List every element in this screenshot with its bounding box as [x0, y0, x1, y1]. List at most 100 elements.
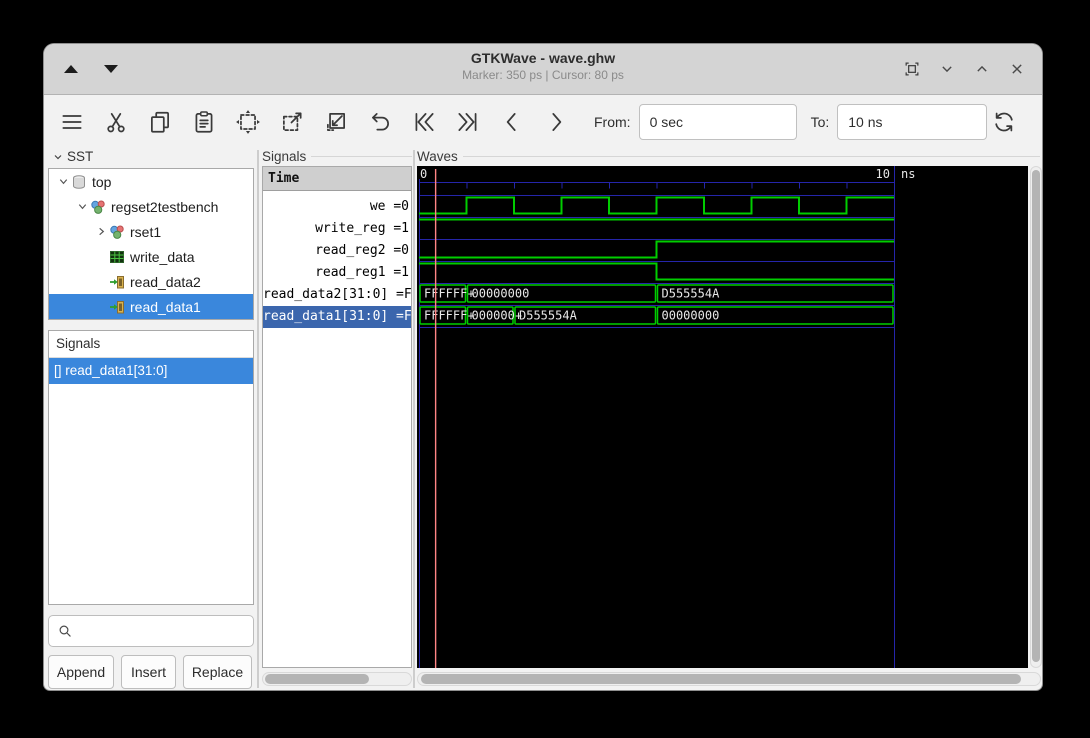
pane-splitter-left[interactable] [257, 150, 259, 688]
waves-hscrollbar[interactable] [417, 672, 1041, 686]
toolbar: From: To: [44, 95, 1042, 149]
fullscreen-icon [902, 59, 922, 79]
zoom-out-button[interactable] [276, 106, 308, 138]
tree-item-rset1[interactable]: rset1 [49, 219, 253, 244]
tree-item-read_data1[interactable]: read_data1 [49, 294, 253, 319]
undo-button[interactable] [364, 106, 396, 138]
waves-vscrollbar-thumb[interactable] [1032, 170, 1040, 662]
wave-bus-value: D555554A [519, 309, 578, 323]
prev-edge-button[interactable] [496, 106, 528, 138]
sst-header[interactable]: SST [52, 149, 93, 164]
signals-hscrollbar-thumb[interactable] [265, 674, 369, 684]
wave-binary-we [419, 198, 894, 214]
timeline-start-label: 0 [420, 167, 427, 181]
module-icon [109, 224, 125, 240]
wave-canvas[interactable]: 010nsFFFFFF+00000000D555554AFFFFFF+00000… [417, 166, 1028, 668]
signal-row[interactable]: we =0 [263, 196, 411, 218]
vector-bracket-icon: [] [54, 363, 62, 378]
from-label: From: [594, 114, 631, 130]
expander-open[interactable] [74, 201, 90, 212]
array-icon [109, 249, 125, 265]
signal-row[interactable]: write_reg =1 [263, 218, 411, 240]
triangle-up-button[interactable] [60, 58, 82, 80]
tree-item-label: write_data [130, 249, 195, 265]
wave-binary-read_reg2 [419, 242, 894, 258]
copy-icon [147, 109, 173, 135]
fullscreen-button[interactable] [901, 58, 923, 80]
search-icon [57, 623, 73, 639]
expander-closed[interactable] [93, 226, 109, 237]
reload-icon [991, 109, 1017, 135]
skip-to-start-button[interactable] [408, 106, 440, 138]
signal-row[interactable]: read_data2[31:0] =F [263, 284, 411, 306]
port-icon [109, 274, 125, 290]
pane-splitter-right[interactable] [413, 150, 415, 688]
tree-item-write_data[interactable]: write_data [49, 244, 253, 269]
titlebar: GTKWave - wave.ghw Marker: 350 ps | Curs… [44, 44, 1042, 95]
zoom-in-button[interactable] [320, 106, 352, 138]
window-controls [901, 44, 1028, 94]
replace-button[interactable]: Replace [183, 655, 252, 689]
signal-row[interactable]: read_data1[31:0] =F [263, 306, 411, 328]
zoom-fit-button[interactable] [232, 106, 264, 138]
db-icon [71, 174, 87, 190]
zoom-out-icon [279, 109, 305, 135]
skip-to-end-icon [455, 109, 481, 135]
wave-bus-value: D555554A [662, 287, 721, 301]
signal-search-list: Signals [] read_data1[31:0] [48, 330, 254, 605]
undo-icon [367, 109, 393, 135]
tree-item-top[interactable]: top [49, 169, 253, 194]
signal-row[interactable]: read_reg2 =0 [263, 240, 411, 262]
list-header: Signals [49, 331, 253, 358]
timeline-unit-label: ns [901, 167, 915, 181]
waves-hscrollbar-thumb[interactable] [421, 674, 1021, 684]
chevron-down-icon [52, 151, 64, 163]
from-input[interactable] [639, 104, 797, 140]
cut-button[interactable] [100, 106, 132, 138]
next-edge-button[interactable] [540, 106, 572, 138]
time-header[interactable]: Time [263, 167, 411, 191]
paste-button[interactable] [188, 106, 220, 138]
copy-button[interactable] [144, 106, 176, 138]
wave-binary-read_reg1 [419, 264, 894, 280]
cut-icon [103, 109, 129, 135]
tree-item-label: top [92, 174, 111, 190]
skip-to-end-button[interactable] [452, 106, 484, 138]
chevron-down-icon [937, 59, 957, 79]
sst-label: SST [67, 149, 93, 164]
search-input[interactable] [48, 615, 254, 647]
zoom-in-icon [323, 109, 349, 135]
menu-button[interactable] [56, 106, 88, 138]
triangle-up-icon [64, 65, 78, 73]
chevron-down-button[interactable] [936, 58, 958, 80]
close-button[interactable] [1006, 58, 1028, 80]
signals-frame-label: Signals [262, 149, 412, 164]
reload-button[interactable] [988, 106, 1020, 138]
insert-button[interactable]: Insert [121, 655, 176, 689]
prev-edge-icon [499, 109, 525, 135]
next-edge-icon [543, 109, 569, 135]
close-icon [1007, 59, 1027, 79]
tree-item-read_data2[interactable]: read_data2 [49, 269, 253, 294]
signals-panel: Time we =0write_reg =1read_reg2 =0read_r… [262, 166, 412, 668]
to-input[interactable] [837, 104, 987, 140]
sst-tree: top regset2testbench rset1 write_data re… [48, 168, 254, 320]
signals-hscrollbar[interactable] [262, 672, 412, 686]
waves-vscrollbar[interactable] [1030, 166, 1042, 668]
append-button[interactable]: Append [48, 655, 114, 689]
menu-icon [59, 109, 85, 135]
tree-item-label: rset1 [130, 224, 161, 240]
wave-bus-value: 00000000 [472, 287, 530, 301]
gtkwave-window: GTKWave - wave.ghw Marker: 350 ps | Curs… [44, 44, 1042, 690]
list-item-read_data1[31:0][interactable]: [] read_data1[31:0] [49, 358, 253, 384]
tree-item-regset2testbench[interactable]: regset2testbench [49, 194, 253, 219]
tree-item-label: regset2testbench [111, 199, 218, 215]
chevron-up-button[interactable] [971, 58, 993, 80]
triangle-down-button[interactable] [100, 58, 122, 80]
waves-frame-label: Waves [417, 149, 1040, 164]
expander-open[interactable] [55, 176, 71, 187]
toolbar-icons [56, 106, 584, 138]
triangle-down-icon [104, 65, 118, 73]
chevron-up-icon [972, 59, 992, 79]
signal-row[interactable]: read_reg1 =1 [263, 262, 411, 284]
